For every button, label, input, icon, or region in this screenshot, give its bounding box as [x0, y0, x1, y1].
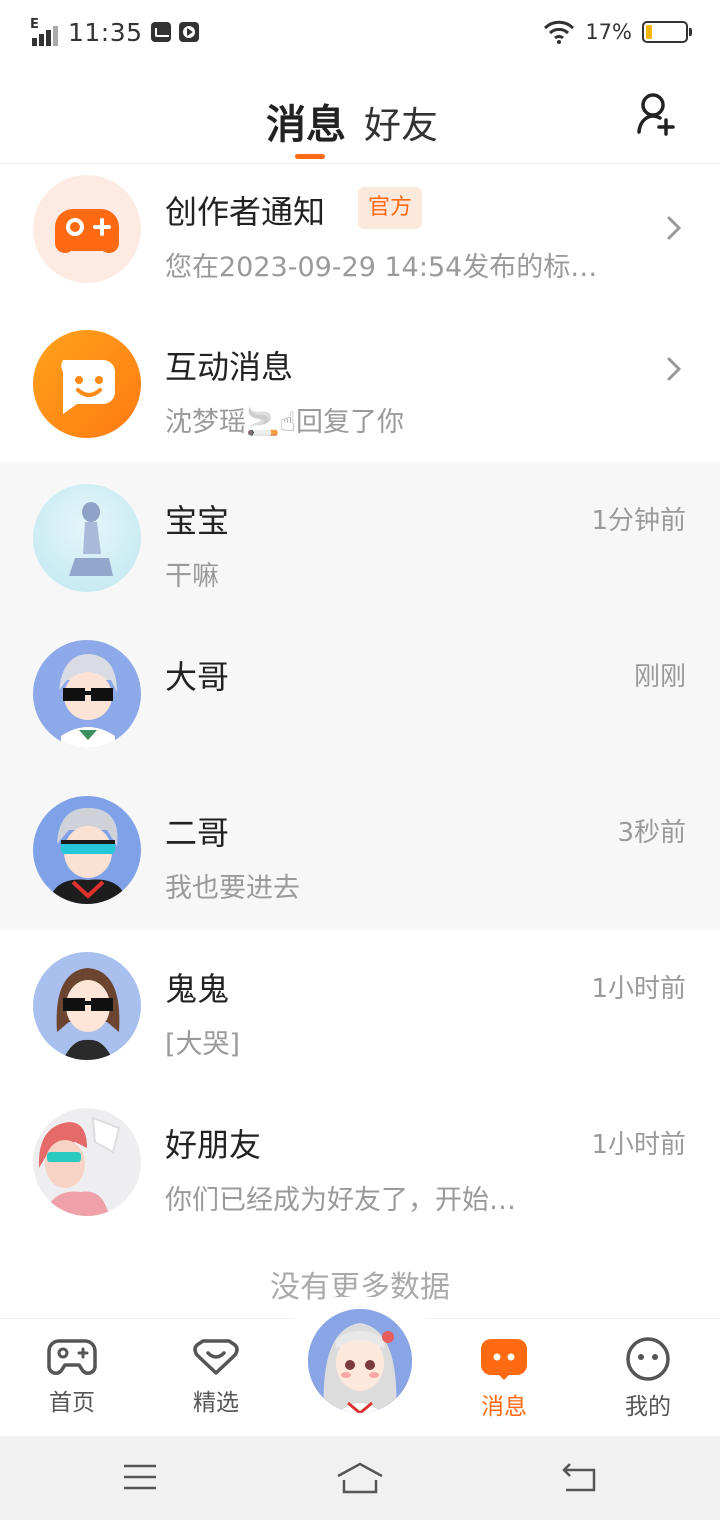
conversation-name: 鬼鬼 [165, 970, 230, 1008]
avatar [33, 796, 141, 904]
conversation-name: 大哥 [165, 658, 230, 696]
conversation-row[interactable]: 宝宝 1分钟前 干嘛 [0, 462, 720, 618]
conversation-preview: [大哭] [165, 1029, 241, 1060]
conversation-preview: 您在2023-09-29 14:54发布的标… [165, 252, 598, 283]
menu-icon[interactable] [122, 1462, 158, 1492]
official-badge: 官方 [358, 187, 423, 229]
conversation-row[interactable]: 好朋友 1小时前 你们已经成为好友了，开始… [0, 1086, 720, 1242]
gamepad-icon [55, 209, 119, 253]
status-bar: E 11:35 17% [0, 0, 720, 64]
chevron-right-icon [667, 216, 682, 240]
add-user-icon[interactable] [636, 92, 676, 136]
message-bubble-icon [481, 1339, 527, 1380]
list-item-creator-notice[interactable]: 创作者通知 官方 您在2023-09-29 14:54发布的标… [0, 165, 720, 320]
avatar [33, 952, 141, 1060]
conversation-row[interactable]: 二哥 3秒前 我也要进去 [0, 774, 720, 930]
nav-mine-label: 我的 [625, 1394, 671, 1420]
signal-icon: E [30, 18, 60, 46]
message-list: 创作者通知 官方 您在2023-09-29 14:54发布的标… 互动消息 沈梦… [0, 165, 720, 1242]
message-time: 1小时前 [591, 974, 686, 1004]
conversation-name: 互动消息 [165, 348, 294, 386]
conversation-preview: 干嘛 [165, 561, 219, 592]
conversation-preview: 你们已经成为好友了，开始… [165, 1185, 516, 1216]
battery-percent: 17% [585, 20, 632, 44]
network-type: E [30, 17, 39, 32]
conversation-name: 二哥 [165, 814, 230, 852]
message-time: 刚刚 [633, 662, 686, 692]
header-tabs: 消息 好友 [266, 92, 438, 159]
avatar [33, 1108, 141, 1216]
status-time: 11:35 [68, 17, 143, 47]
conversation-name: 宝宝 [165, 502, 230, 540]
nav-featured-label: 精选 [193, 1390, 239, 1416]
conversation-preview: 我也要进去 [165, 873, 300, 904]
avatar [33, 640, 141, 748]
nav-home-label: 首页 [49, 1390, 95, 1416]
battery-icon [642, 21, 692, 43]
interactions-avatar [33, 330, 141, 438]
tab-friends[interactable]: 好友 [364, 95, 438, 149]
creator-notice-avatar [33, 175, 141, 283]
nav-messages[interactable]: 消息 [454, 1337, 554, 1421]
bottom-nav: 首页 精选 消息 我的 [0, 1297, 720, 1436]
home-icon[interactable] [336, 1462, 384, 1494]
list-item-interactions[interactable]: 互动消息 沈梦瑶🚬☝回复了你 [0, 320, 720, 462]
chevron-right-icon [667, 357, 682, 381]
center-avatar-button[interactable] [304, 1305, 416, 1417]
nav-home[interactable]: 首页 [22, 1337, 122, 1417]
nav-mine[interactable]: 我的 [598, 1337, 698, 1421]
chat-bubble-icon [61, 360, 115, 414]
conversation-row[interactable]: 鬼鬼 1小时前 [大哭] [0, 930, 720, 1086]
play-icon [178, 22, 199, 42]
conversation-name: 创作者通知 [165, 193, 326, 231]
message-time: 1小时前 [591, 1130, 686, 1160]
message-time: 1分钟前 [591, 506, 686, 536]
heart-icon [193, 1339, 239, 1375]
mail-icon [150, 22, 171, 42]
wifi-icon [544, 20, 575, 44]
system-nav-bar [0, 1436, 720, 1520]
header: 消息 好友 [0, 64, 720, 164]
conversation-preview: 沈梦瑶🚬☝回复了你 [165, 407, 405, 438]
gamepad-icon [47, 1339, 97, 1375]
back-icon[interactable] [560, 1462, 598, 1492]
conversation-row[interactable]: 大哥 刚刚 [0, 618, 720, 774]
avatar [33, 484, 141, 592]
battery-level [646, 25, 652, 39]
face-icon [626, 1337, 670, 1381]
tab-messages[interactable]: 消息 [266, 92, 346, 159]
nav-messages-label: 消息 [481, 1394, 527, 1420]
nav-featured[interactable]: 精选 [166, 1337, 266, 1417]
conversation-name: 好朋友 [165, 1126, 262, 1164]
message-time: 3秒前 [617, 818, 686, 848]
